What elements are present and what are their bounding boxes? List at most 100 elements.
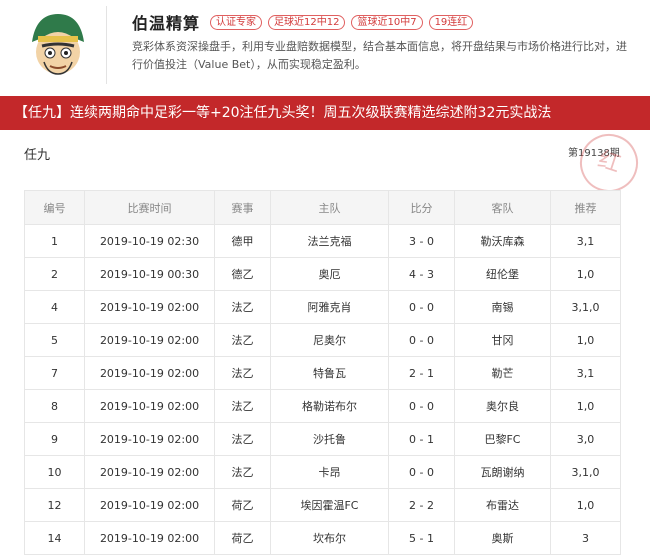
cell-number: 2 [24,257,85,291]
cell-number: 14 [24,521,85,555]
table-row: 7 2019-10-19 02:00 法乙 特鲁瓦 2 - 1 勒芒 3,1 [24,356,621,390]
cell-league: 法乙 [214,323,271,357]
article-title-banner: 【任九】连续两期命中足彩一等+20注任九头奖！周五次级联赛精选综述附32元实战法 [0,96,650,130]
cell-pick: 1,0 [550,389,621,423]
cell-score: 3 - 0 [388,224,455,258]
cell-time: 2019-10-19 02:00 [84,521,215,555]
cell-home-team: 卡昂 [270,455,389,489]
cell-time: 2019-10-19 02:00 [84,389,215,423]
cell-score: 5 - 1 [388,521,455,555]
cell-pick: 1,0 [550,257,621,291]
cell-league: 荷乙 [214,488,271,522]
col-header-away: 客队 [454,190,551,225]
cell-home-team: 格勒诺布尔 [270,389,389,423]
cell-pick: 1,0 [550,488,621,522]
section-header: 任九 第19138期 红 [0,126,650,200]
table-row: 9 2019-10-19 02:00 法乙 沙托鲁 0 - 1 巴黎FC 3,0 [24,422,621,456]
cell-league: 法乙 [214,422,271,456]
expert-description: 竞彩体系资深操盘手，利用专业盘赔数据模型，结合基本面信息，将开盘结果与市场价格进… [132,40,627,71]
col-header-pick: 推荐 [550,190,621,225]
col-header-time: 比赛时间 [84,190,215,225]
cell-number: 1 [24,224,85,258]
cell-away-team: 甘冈 [454,323,551,357]
issue-number: 第19138期 [568,148,620,159]
badge-streak: 19连红 [428,14,474,30]
table-row: 1 2019-10-19 02:30 德甲 法兰克福 3 - 0 勒沃库森 3,1 [24,224,621,258]
cell-league: 荷乙 [214,521,271,555]
cell-home-team: 特鲁瓦 [270,356,389,390]
name-row: 伯温精算 认证专家 足球近12中12 篮球近10中7 19连红 [132,10,479,34]
cell-home-team: 坎布尔 [270,521,389,555]
cell-time: 2019-10-19 02:00 [84,356,215,390]
cell-pick: 3,1 [550,224,621,258]
cell-home-team: 阿雅克肖 [270,290,389,324]
cell-time: 2019-10-19 02:00 [84,422,215,456]
cell-home-team: 尼奥尔 [270,323,389,357]
table-row: 8 2019-10-19 02:00 法乙 格勒诺布尔 0 - 0 奥尔良 1,0 [24,389,621,423]
cell-number: 7 [24,356,85,390]
cell-league: 法乙 [214,290,271,324]
cell-score: 2 - 1 [388,356,455,390]
cell-away-team: 纽伦堡 [454,257,551,291]
cell-score: 0 - 0 [388,389,455,423]
cell-away-team: 南锡 [454,290,551,324]
cell-home-team: 沙托鲁 [270,422,389,456]
divider [106,6,107,84]
cell-time: 2019-10-19 02:00 [84,290,215,324]
table-row: 14 2019-10-19 02:00 荷乙 坎布尔 5 - 1 奥斯 3 [24,521,621,555]
cell-time: 2019-10-19 00:30 [84,257,215,291]
cell-home-team: 埃因霍温FC [270,488,389,522]
badge-football: 足球近12中12 [268,14,346,30]
expert-header: 伯温精算 认证专家 足球近12中12 篮球近10中7 19连红 竞彩体系资深操盘… [0,0,650,92]
cell-score: 0 - 1 [388,422,455,456]
badge-basketball: 篮球近10中7 [351,14,423,30]
cell-away-team: 瓦朗谢纳 [454,455,551,489]
cell-score: 2 - 2 [388,488,455,522]
col-header-number: 编号 [24,190,85,225]
cell-time: 2019-10-19 02:30 [84,224,215,258]
match-table: 编号 比赛时间 赛事 主队 比分 客队 推荐 1 2019-10-19 02:30… [24,190,621,555]
cell-away-team: 巴黎FC [454,422,551,456]
cell-pick: 3,1,0 [550,455,621,489]
cell-number: 9 [24,422,85,456]
cell-time: 2019-10-19 02:00 [84,455,215,489]
cell-league: 法乙 [214,356,271,390]
cell-away-team: 奥尔良 [454,389,551,423]
cell-pick: 3,0 [550,422,621,456]
col-header-score: 比分 [388,190,455,225]
cell-league: 法乙 [214,389,271,423]
table-row: 4 2019-10-19 02:00 法乙 阿雅克肖 0 - 0 南锡 3,1,0 [24,290,621,324]
cell-time: 2019-10-19 02:00 [84,323,215,357]
table-row: 5 2019-10-19 02:00 法乙 尼奥尔 0 - 0 甘冈 1,0 [24,323,621,357]
cell-number: 12 [24,488,85,522]
col-header-league: 赛事 [214,190,271,225]
red-stamp-watermark: 红 [572,126,646,200]
cell-pick: 3 [550,521,621,555]
cell-score: 0 - 0 [388,290,455,324]
cell-league: 法乙 [214,455,271,489]
table-row: 12 2019-10-19 02:00 荷乙 埃因霍温FC 2 - 2 布雷达 1,0 [24,488,621,522]
cell-pick: 3,1,0 [550,290,621,324]
section-title: 任九 [24,148,51,163]
cell-score: 4 - 3 [388,257,455,291]
cell-score: 0 - 0 [388,455,455,489]
col-header-home: 主队 [270,190,389,225]
cell-time: 2019-10-19 02:00 [84,488,215,522]
cell-score: 0 - 0 [388,323,455,357]
avatar[interactable] [22,8,94,80]
table-row: 10 2019-10-19 02:00 法乙 卡昂 0 - 0 瓦朗谢纳 3,1,0 [24,455,621,489]
expert-name[interactable]: 伯温精算 [132,10,200,34]
table-header-row: 编号 比赛时间 赛事 主队 比分 客队 推荐 [24,190,621,225]
cell-number: 5 [24,323,85,357]
cell-number: 4 [24,290,85,324]
cell-pick: 3,1 [550,356,621,390]
badge-certified: 认证专家 [210,14,263,30]
cell-pick: 1,0 [550,323,621,357]
table-row: 2 2019-10-19 00:30 德乙 奥厄 4 - 3 纽伦堡 1,0 [24,257,621,291]
cell-home-team: 法兰克福 [270,224,389,258]
cell-league: 德乙 [214,257,271,291]
cell-home-team: 奥厄 [270,257,389,291]
cell-away-team: 布雷达 [454,488,551,522]
cell-away-team: 奥斯 [454,521,551,555]
cell-away-team: 勒芒 [454,356,551,390]
